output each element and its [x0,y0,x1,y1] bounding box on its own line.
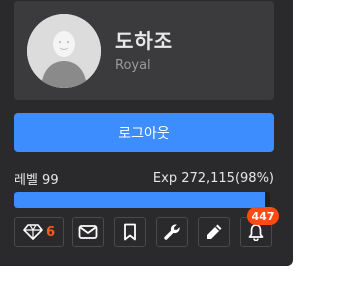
wrench-icon [164,224,180,240]
user-name: 도하조 [115,29,174,53]
settings-button[interactable] [156,217,188,247]
notification-badge: 447 [247,207,279,225]
logout-button[interactable]: 로그아웃 [14,113,274,152]
bookmark-icon [124,223,136,241]
exp-progress-bar [14,192,270,208]
mail-icon [78,225,98,239]
profile-card: 도하조 Royal [14,1,274,100]
exp-progress-fill [14,192,265,208]
gem-count: 6 [45,224,56,240]
diamond-icon [23,224,43,240]
gem-button[interactable]: 6 [14,217,64,247]
level-label: 레벨 99 [14,173,59,188]
exp-label: Exp 272,115(98%) [152,171,274,186]
user-panel: 도하조 Royal 로그아웃 레벨 99 Exp 272,115(98%) 6 [0,0,293,266]
write-button[interactable] [198,217,230,247]
user-grade: Royal [115,58,151,73]
bell-icon [248,224,264,241]
avatar[interactable] [27,14,101,88]
default-avatar-icon [27,14,101,88]
messages-button[interactable] [72,217,104,247]
bookmarks-button[interactable] [114,217,146,247]
pencil-icon [207,224,222,239]
